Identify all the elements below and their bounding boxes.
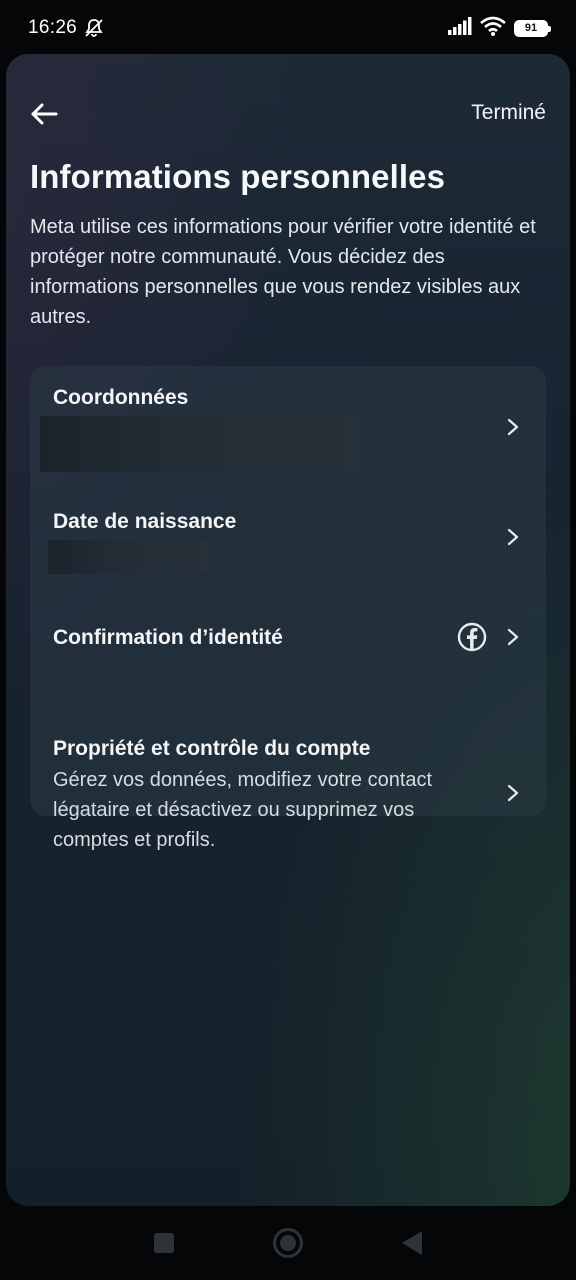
row-title: Date de naissance — [53, 510, 237, 533]
battery-level: 91 — [524, 22, 538, 34]
row-contact-info[interactable]: Coordonnées — [30, 366, 546, 482]
redacted-value — [48, 540, 208, 574]
battery-icon: 91 — [514, 19, 551, 37]
signal-icon — [448, 16, 472, 40]
notifications-muted-icon — [83, 17, 105, 39]
home-button[interactable] — [271, 1226, 305, 1260]
page-title: Informations personnelles — [30, 158, 446, 195]
done-button[interactable]: Terminé — [471, 101, 546, 125]
personal-info-sheet: Terminé Informations personnelles Meta u… — [6, 54, 570, 1206]
redacted-value — [40, 416, 362, 472]
status-time: 16:26 — [28, 17, 78, 38]
chevron-right-icon — [507, 418, 519, 436]
row-subtitle: Gérez vos données, modifiez votre contac… — [53, 769, 433, 851]
wifi-icon — [480, 16, 506, 41]
back-button[interactable] — [26, 98, 62, 134]
sheet-header: Terminé — [6, 54, 570, 174]
recents-button[interactable] — [147, 1226, 181, 1260]
page-description: Meta utilise ces informations pour vérif… — [30, 216, 536, 328]
row-identity-confirmation[interactable]: Confirmation d’identité — [30, 606, 546, 682]
row-account-ownership[interactable]: Propriété et contrôle du compte Gérez vo… — [30, 682, 546, 851]
chevron-right-icon — [507, 628, 519, 646]
back-triangle-icon — [402, 1231, 422, 1255]
facebook-icon — [457, 622, 487, 652]
row-birth-date[interactable]: Date de naissance — [30, 490, 546, 590]
nav-back-button[interactable] — [395, 1226, 429, 1260]
chevron-right-icon — [507, 528, 519, 546]
back-arrow-icon — [30, 103, 58, 130]
settings-card: Coordonnées Date de naissance Confirmati… — [30, 366, 546, 851]
recents-square-icon — [154, 1233, 174, 1253]
row-title: Coordonnées — [53, 386, 189, 409]
chevron-right-icon — [507, 784, 519, 802]
row-title: Confirmation d’identité — [53, 626, 283, 649]
home-circle-icon — [273, 1228, 303, 1258]
row-title: Propriété et contrôle du compte — [53, 737, 371, 760]
system-nav-bar — [0, 1206, 576, 1280]
status-bar: 16:26 91 — [0, 0, 576, 56]
